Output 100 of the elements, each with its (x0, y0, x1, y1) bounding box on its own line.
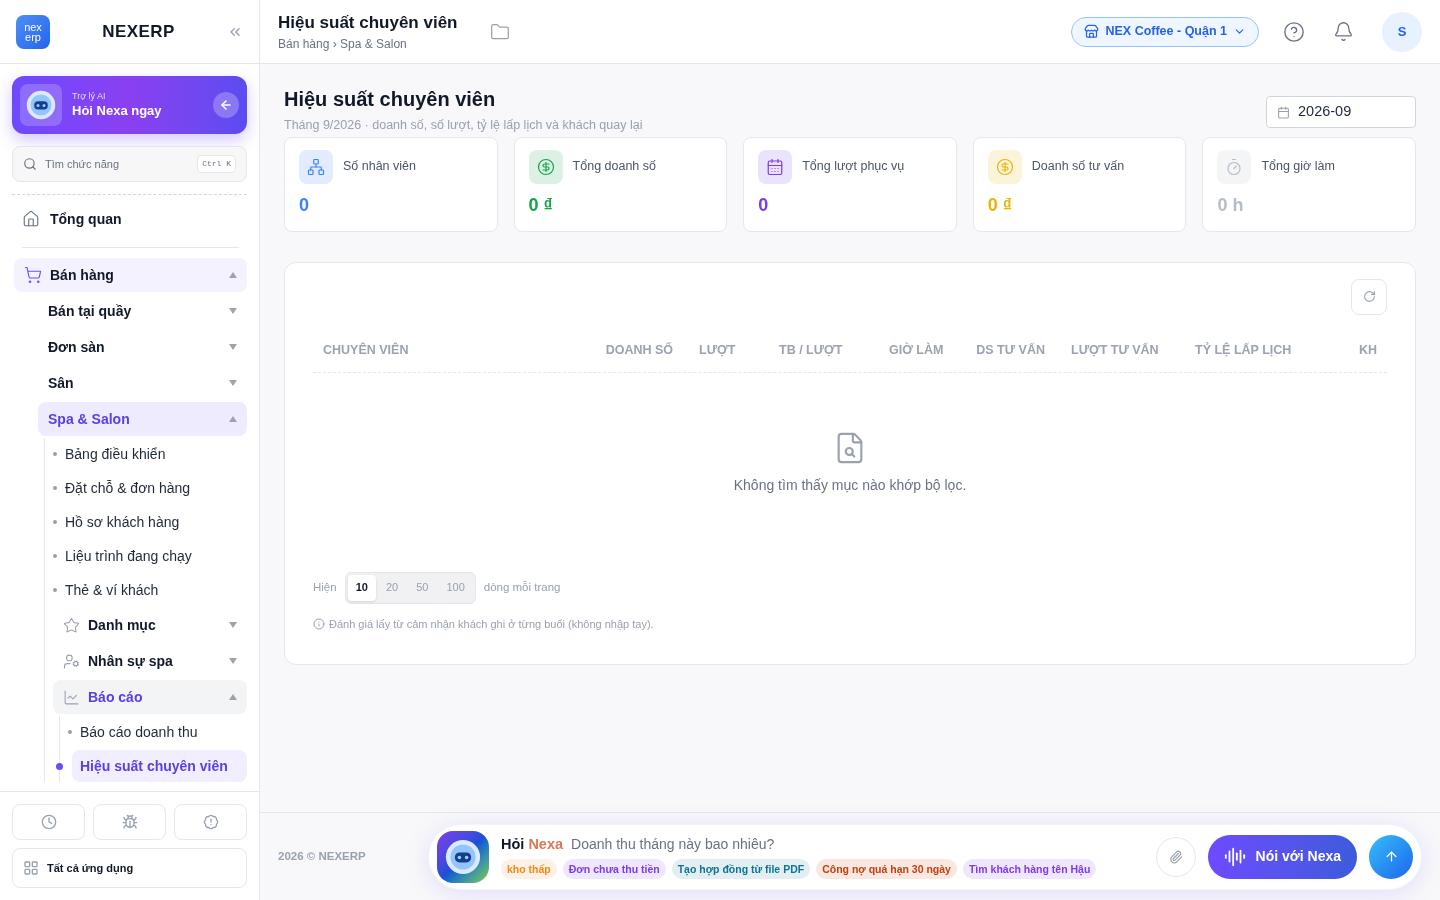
bullet-icon (56, 762, 63, 770)
bullet-icon (53, 520, 57, 524)
sound-wave-icon (1223, 845, 1246, 868)
dollar-icon (528, 149, 563, 184)
refresh-icon (1362, 290, 1376, 304)
nav-group[interactable]: Bán hàng (14, 258, 247, 292)
month-field[interactable]: 2026-09 (1266, 96, 1416, 128)
shortcut-hint: Ctrl K (197, 155, 236, 173)
column-header: DS TƯ VẤN (975, 341, 1045, 359)
search-icon (23, 157, 37, 171)
search-field[interactable]: Tìm chức năng Ctrl K (12, 146, 247, 182)
bullet-icon (53, 588, 57, 592)
stat-value: 0 (299, 193, 310, 217)
voice-button[interactable]: Nói với Nexa (1207, 834, 1357, 879)
nav-group[interactable]: Danh mục (53, 608, 247, 642)
expand-caret-icon (229, 344, 237, 350)
nav-item[interactable]: Hiệu suất chuyên viên (72, 750, 247, 782)
folder-icon[interactable] (489, 21, 510, 42)
expand-caret-icon (229, 380, 237, 386)
header-title: Hiệu suất chuyên viên (278, 11, 458, 34)
stat-value: 0 h (1217, 193, 1245, 217)
column-header: TỶ LỆ LẤP LỊCH (1194, 341, 1293, 359)
timer-icon (1217, 149, 1252, 184)
nav-item[interactable]: Liệu trình đang chạy (57, 540, 247, 572)
collapse-caret-icon (229, 694, 237, 700)
page-title: Hiệu suất chuyên viên (284, 87, 497, 112)
alert-button[interactable] (174, 804, 247, 840)
nav-group[interactable]: Đơn sàn (38, 330, 247, 364)
rating-note: Đánh giá lấy từ cảm nhận khách ghi ở từng buổi (không nhập tay). (329, 616, 654, 632)
bullet-icon (53, 554, 57, 558)
dollar-icon (987, 149, 1022, 184)
send-button[interactable] (1369, 834, 1413, 879)
nav-group[interactable]: Báo cáo (53, 680, 247, 714)
stat-label: Số nhân viên (343, 158, 416, 176)
help-icon[interactable] (1283, 20, 1305, 43)
ai-assistant-card[interactable]: Trợ lý AI Hỏi Nexa ngay (12, 76, 247, 134)
nav-item[interactable]: Đặt chỗ & đơn hàng (57, 472, 247, 504)
debug-button[interactable] (93, 804, 166, 840)
paperclip-icon (1168, 849, 1183, 864)
nav-group[interactable]: Sân (38, 366, 247, 400)
suggestion-chip[interactable]: Đơn chưa thu tiền (562, 859, 666, 880)
user-avatar[interactable]: S (1382, 11, 1422, 52)
bullet-icon (53, 486, 57, 490)
nav-item[interactable]: Tổng quan (14, 199, 247, 239)
grid-icon (23, 860, 39, 876)
store-icon (1084, 24, 1100, 39)
column-header: CHUYÊN VIÊN (323, 341, 410, 359)
stat-label: Tổng doanh số (572, 158, 656, 176)
ai-title: Hỏi Nexa ngay (72, 102, 163, 119)
page-subtitle: Tháng 9/2026 · doanh số, số lượt, tỷ lệ lấp lịch và khách quay lại (284, 117, 644, 134)
bug-icon (121, 814, 138, 830)
collapse-caret-icon (229, 272, 237, 278)
breadcrumb: Bán hàng › Spa & Salon (278, 36, 408, 54)
column-header: LƯỢT (698, 341, 737, 359)
chart-icon (63, 688, 80, 706)
logo: nex erp (16, 14, 50, 49)
nav-item[interactable]: Thẻ & ví khách (57, 574, 247, 606)
column-header: DOANH SỐ (604, 341, 673, 359)
notification-icon[interactable] (1333, 21, 1354, 42)
brand-name: NEXERP (101, 20, 176, 43)
suggestion-chip[interactable]: Tìm khách hàng tên Hậu (962, 859, 1097, 880)
refresh-button[interactable] (1351, 278, 1387, 315)
page-size-label: Hiện (313, 579, 337, 595)
ask-label: Hỏi Nexa (501, 834, 564, 854)
network-icon (299, 149, 333, 184)
store-selector[interactable]: NEX Coffee - Quận 1 (1071, 16, 1259, 47)
robot-icon (26, 90, 56, 120)
column-header: LƯỢT TƯ VẤN (1070, 341, 1160, 359)
all-apps-button[interactable]: Tất cả ứng dụng (12, 848, 247, 888)
search-input[interactable]: Tìm chức năng (45, 155, 190, 173)
ai-caption: Trợ lý AI (72, 91, 107, 103)
info-icon (313, 617, 325, 630)
nav-group[interactable]: Bán tại quầy (38, 294, 247, 328)
suggestion-chip[interactable]: Công nợ quá hạn 30 ngày (816, 859, 957, 880)
nav-group[interactable]: Spa & Salon (38, 402, 247, 436)
collapse-caret-icon (229, 416, 237, 422)
history-button[interactable] (12, 804, 85, 840)
stat-value: 0 ₫ (987, 193, 1014, 217)
ask-input[interactable]: Doanh thu tháng này bao nhiêu? (571, 834, 1144, 855)
nav-item[interactable]: Bảng điều khiển (57, 438, 247, 470)
nav-item[interactable]: Hồ sơ khách hàng (57, 506, 247, 538)
stat-label: Tổng lượt phục vụ (802, 158, 905, 176)
home-icon (22, 210, 40, 228)
calendar-icon (758, 149, 793, 184)
empty-message: Không tìm thấy mục nào khớp bộ lọc. (733, 475, 967, 495)
suggestion-chip[interactable]: Tạo hợp đồng từ file PDF (671, 859, 811, 880)
clock-icon (40, 814, 57, 830)
robot-icon (445, 838, 481, 875)
page-size-option[interactable]: 10 (347, 574, 376, 601)
stat-label: Tổng giờ làm (1261, 158, 1335, 176)
expand-caret-icon (229, 622, 237, 628)
page-size-suffix: dòng mỗi trang (483, 579, 561, 595)
column-header: TB / LƯỢT (778, 341, 844, 359)
stat-value: 0 (758, 193, 770, 217)
stat-value: 0 ₫ (528, 193, 554, 217)
nav-item[interactable]: Báo cáo doanh thu (72, 716, 247, 748)
expand-caret-icon (229, 308, 237, 314)
column-header: GIỜ LÀM (888, 341, 945, 359)
nav-group[interactable]: Nhân sự spa (53, 644, 247, 678)
expand-caret-icon (229, 658, 237, 664)
